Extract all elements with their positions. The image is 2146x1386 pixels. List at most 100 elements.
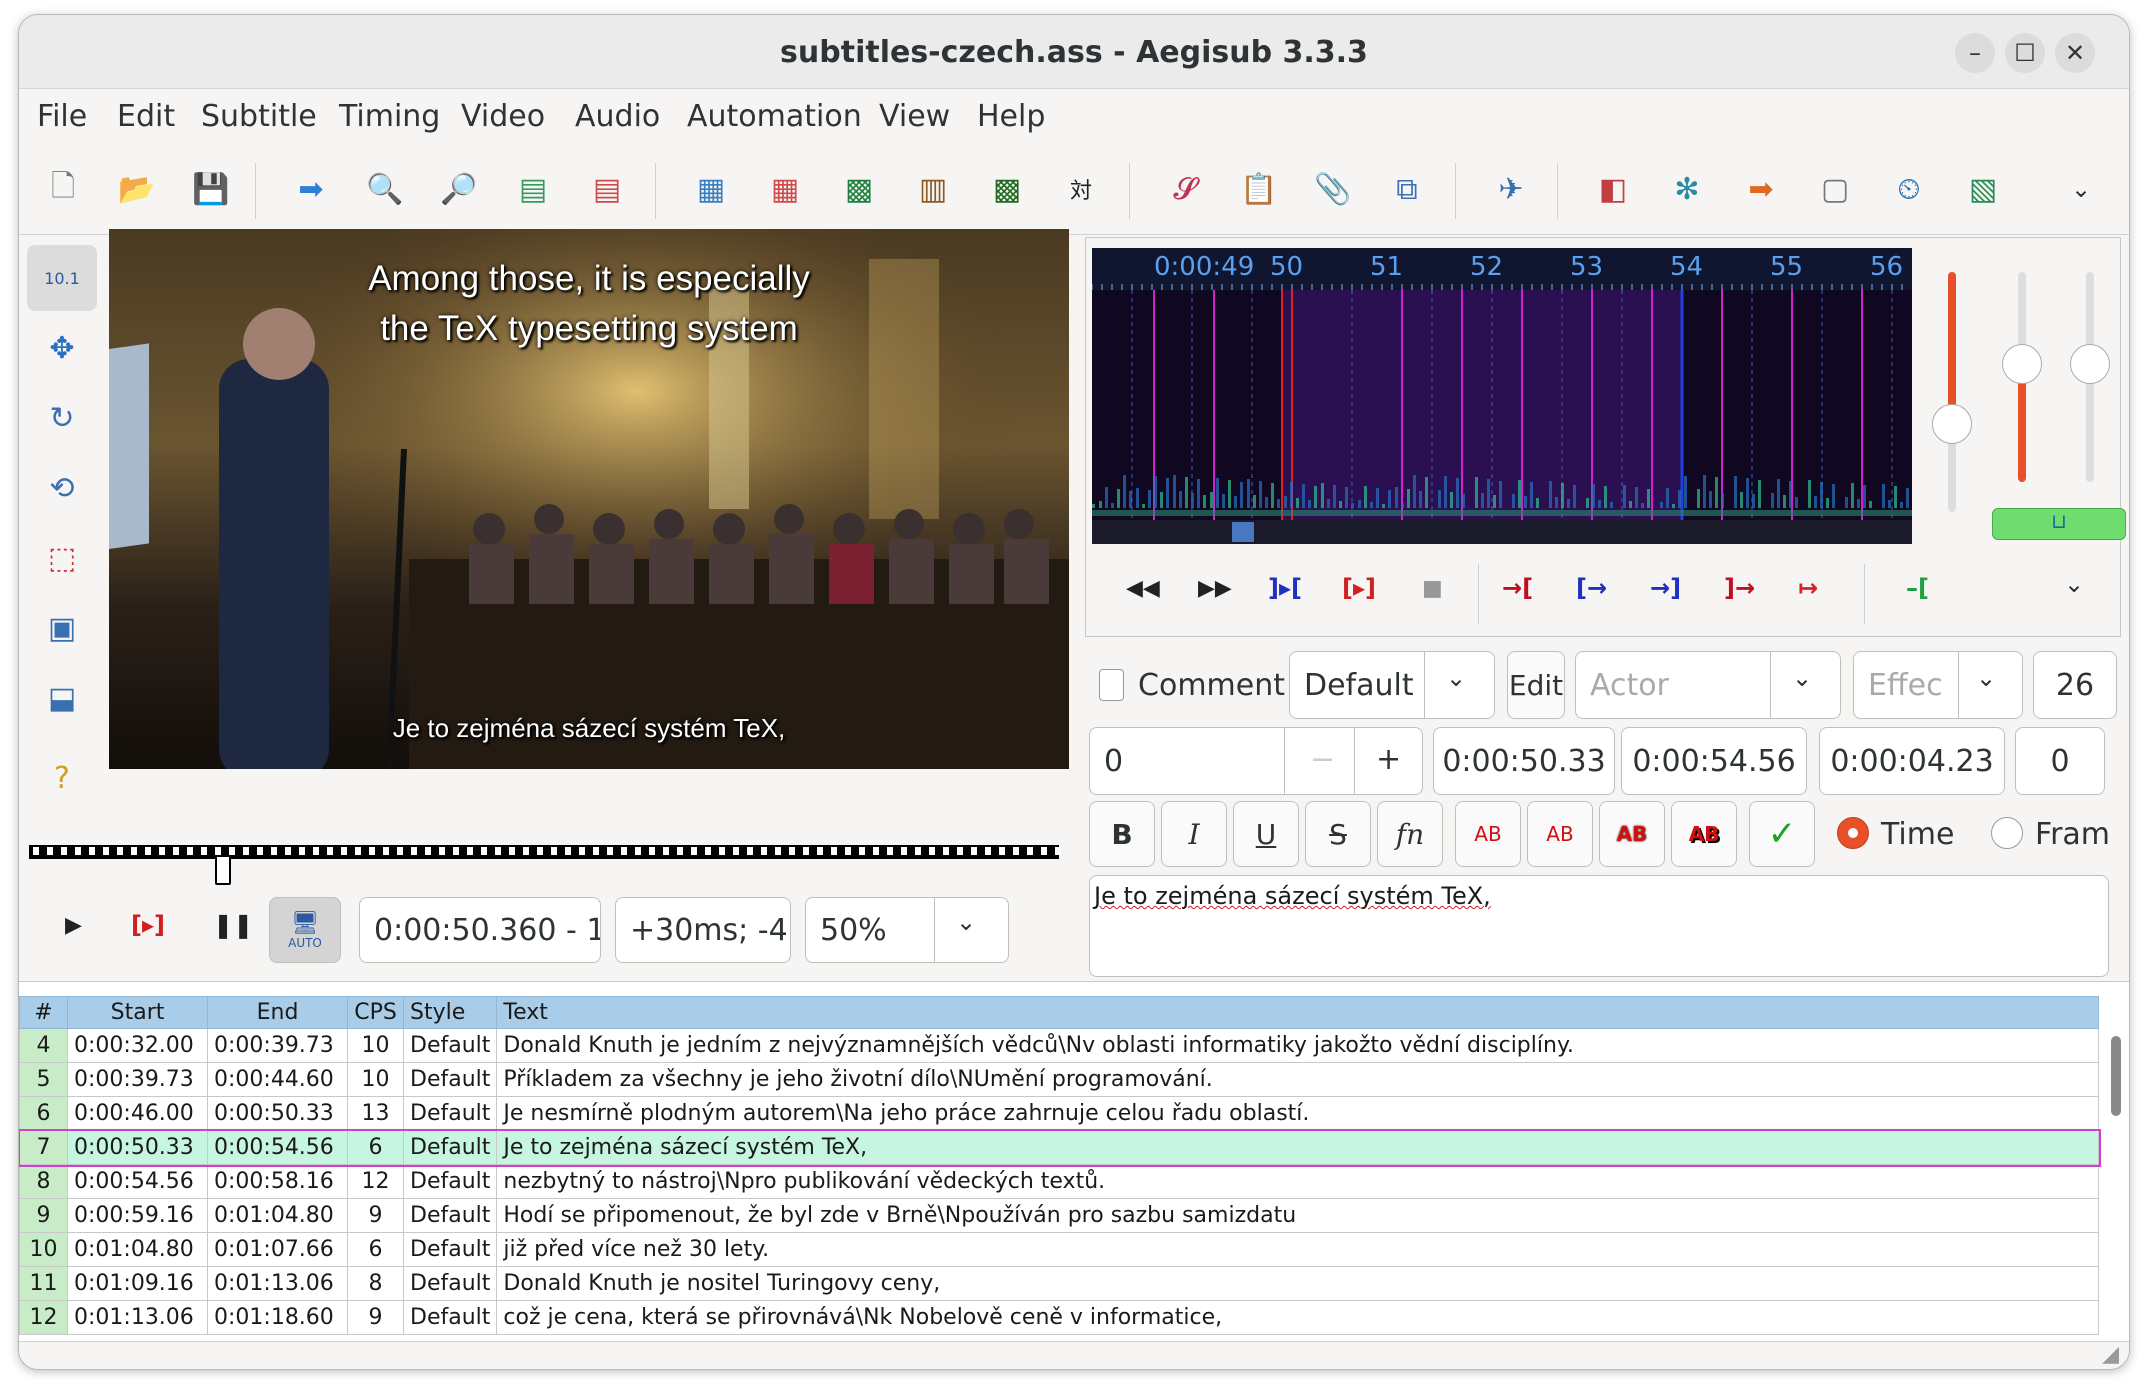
strikeout-button[interactable]: S	[1305, 801, 1371, 867]
minimize-button[interactable]: –	[1955, 33, 1995, 73]
styles-manager-icon[interactable]: 𝓢	[1163, 167, 1207, 211]
font-button[interactable]: fn	[1377, 801, 1443, 867]
drag-tool-icon[interactable]: ✥	[27, 315, 97, 381]
header-start[interactable]: Start	[67, 996, 208, 1029]
comment-checkbox-group[interactable]: Comment	[1085, 651, 1285, 719]
audio-spectrum[interactable]	[1092, 248, 1922, 548]
header-style[interactable]: Style	[402, 996, 498, 1029]
table-row[interactable]: 5 0:00:39.73 0:00:44.60 10 Default Příkl…	[19, 1062, 2099, 1097]
video-display[interactable]: Among those, it is especially the TeX ty…	[109, 229, 1069, 769]
effect-input[interactable]: Effec ⌄	[1853, 651, 2023, 719]
previous-line-icon[interactable]: ◀◀	[1126, 576, 1160, 601]
table-row[interactable]: 10 0:01:04.80 0:01:07.66 6 Default již p…	[19, 1232, 2099, 1267]
open-file-icon[interactable]: 📂	[115, 167, 159, 211]
clip-tool-icon[interactable]: ▣	[27, 595, 97, 661]
jump-video-start-icon[interactable]: ▤	[511, 167, 555, 211]
header-end[interactable]: End	[207, 996, 348, 1029]
play-last-500-icon[interactable]: →]	[1650, 574, 1681, 602]
menu-edit[interactable]: Edit	[117, 99, 175, 134]
menu-audio[interactable]: Audio	[575, 99, 660, 134]
pause-icon[interactable]: ❚❚	[213, 911, 253, 939]
commit-timing-icon[interactable]: –[	[1906, 574, 1929, 602]
video-seek-bar[interactable]	[29, 833, 1069, 885]
chevron-down-icon[interactable]: ⌄	[2064, 570, 2084, 598]
select-lines-icon[interactable]: ▢	[1813, 167, 1857, 211]
play-icon[interactable]: ▶	[65, 913, 82, 938]
menu-automation[interactable]: Automation	[687, 99, 862, 134]
rotate-z-icon[interactable]: ↻	[27, 385, 97, 451]
secondary-color-button[interactable]: AB	[1527, 801, 1593, 867]
keyframes-icon[interactable]: ▩	[985, 167, 1029, 211]
table-row[interactable]: 9 0:00:59.16 0:01:04.80 9 Default Hodí s…	[19, 1198, 2099, 1233]
snap-start-icon[interactable]: ▦	[689, 167, 733, 211]
stop-icon[interactable]: ■	[1422, 576, 1443, 601]
scale-tool-icon[interactable]: ⬚	[27, 525, 97, 591]
video-time-display[interactable]: 0:00:50.360 - 12	[359, 897, 601, 963]
zoom-select[interactable]: 50% ⌄	[805, 897, 1009, 963]
new-file-icon[interactable]: 🗋	[41, 167, 85, 211]
minus-icon[interactable]: −	[1310, 742, 1335, 777]
table-row[interactable]: 6 0:00:46.00 0:00:50.33 13 Default Je ne…	[19, 1096, 2099, 1131]
play-line-icon[interactable]: [▸]	[1342, 574, 1376, 602]
vector-clip-icon[interactable]: ⬓	[27, 665, 97, 731]
menu-view[interactable]: View	[879, 99, 950, 134]
commit-check-icon[interactable]: ✓	[1749, 801, 1815, 867]
translation-assistant-icon[interactable]: ➡	[1739, 167, 1783, 211]
duration-input[interactable]: 0:00:04.23	[1819, 727, 2005, 795]
plus-icon[interactable]: +	[1376, 742, 1401, 777]
shadow-color-button[interactable]: AB	[1671, 801, 1737, 867]
style-select[interactable]: Default ⌄	[1289, 651, 1495, 719]
play-first-500-icon[interactable]: [→	[1576, 574, 1607, 602]
actor-input[interactable]: Actor ⌄	[1575, 651, 1841, 719]
maximize-button[interactable]: ☐	[2005, 33, 2045, 73]
rotate-xy-icon[interactable]: ⟲	[27, 455, 97, 521]
margin-input[interactable]: 0	[2015, 727, 2105, 795]
jump-video-end-icon[interactable]: ▤	[585, 167, 629, 211]
layer-spin[interactable]: 0 − +	[1089, 727, 1423, 795]
menu-video[interactable]: Video	[461, 99, 545, 134]
autoscroll-toggle[interactable]: 🖥 AUTO	[269, 897, 341, 963]
attachments-icon[interactable]: 📎	[1311, 167, 1355, 211]
header-number[interactable]: #	[19, 996, 68, 1029]
zoom-in-icon[interactable]: 🔍	[363, 167, 407, 211]
header-cps[interactable]: CPS	[347, 996, 404, 1029]
table-row[interactable]: 8 0:00:54.56 0:00:58.16 12 Default nezby…	[19, 1164, 2099, 1199]
audio-volume-slider[interactable]	[2002, 272, 2042, 482]
play-selection-icon[interactable]: ]▸[	[1268, 574, 1302, 602]
primary-color-button[interactable]: AB	[1455, 801, 1521, 867]
table-row-selected[interactable]: 7 0:00:50.33 0:00:54.56 6 Default Je to …	[19, 1128, 2101, 1167]
menu-file[interactable]: File	[37, 99, 87, 134]
time-radio[interactable]	[1837, 817, 1869, 849]
bold-button[interactable]: B	[1089, 801, 1155, 867]
start-time-input[interactable]: 0:00:50.33	[1433, 727, 1615, 795]
fonts-collector-icon[interactable]: ⧉	[1385, 167, 1429, 211]
end-time-input[interactable]: 0:00:54.56	[1621, 727, 1807, 795]
table-row[interactable]: 12 0:01:13.06 0:01:18.60 9 Default což j…	[19, 1300, 2099, 1335]
toolbar-overflow-icon[interactable]: ⌄	[2059, 167, 2103, 211]
play-to-end-icon[interactable]: ↦	[1798, 574, 1818, 602]
audio-zoom-slider[interactable]	[1932, 272, 1972, 512]
underline-button[interactable]: U	[1233, 801, 1299, 867]
zoom-out-icon[interactable]: 🔎	[437, 167, 481, 211]
outline-color-button[interactable]: AB	[1599, 801, 1665, 867]
save-file-icon[interactable]: 💾	[189, 167, 233, 211]
kanji-timer-icon[interactable]: 対	[1059, 167, 1103, 211]
frame-radio[interactable]	[1991, 817, 2023, 849]
timing-postprocessor-icon[interactable]: ✻	[1665, 167, 1709, 211]
audio-vertical-zoom-slider[interactable]	[2070, 272, 2110, 482]
close-button[interactable]: ✕	[2055, 33, 2095, 73]
comment-checkbox[interactable]	[1099, 669, 1125, 701]
menu-subtitle[interactable]: Subtitle	[201, 99, 317, 134]
resize-grip-icon[interactable]: ◢	[2102, 1342, 2119, 1367]
spell-checker-icon[interactable]: ▧	[1961, 167, 2005, 211]
menu-timing[interactable]: Timing	[339, 99, 440, 134]
video-frame-icon[interactable]: ▩	[837, 167, 881, 211]
table-row[interactable]: 4 0:00:32.00 0:00:39.73 10 Default Donal…	[19, 1028, 2099, 1063]
edit-style-button[interactable]: Edit	[1507, 651, 1565, 719]
menu-help[interactable]: Help	[977, 99, 1045, 134]
header-text[interactable]: Text	[496, 996, 2099, 1029]
play-after-icon[interactable]: ]→	[1724, 574, 1755, 602]
properties-icon[interactable]: 📋	[1237, 167, 1281, 211]
next-line-icon[interactable]: ▶▶	[1198, 576, 1232, 601]
automation-icon[interactable]: ✈	[1489, 167, 1533, 211]
